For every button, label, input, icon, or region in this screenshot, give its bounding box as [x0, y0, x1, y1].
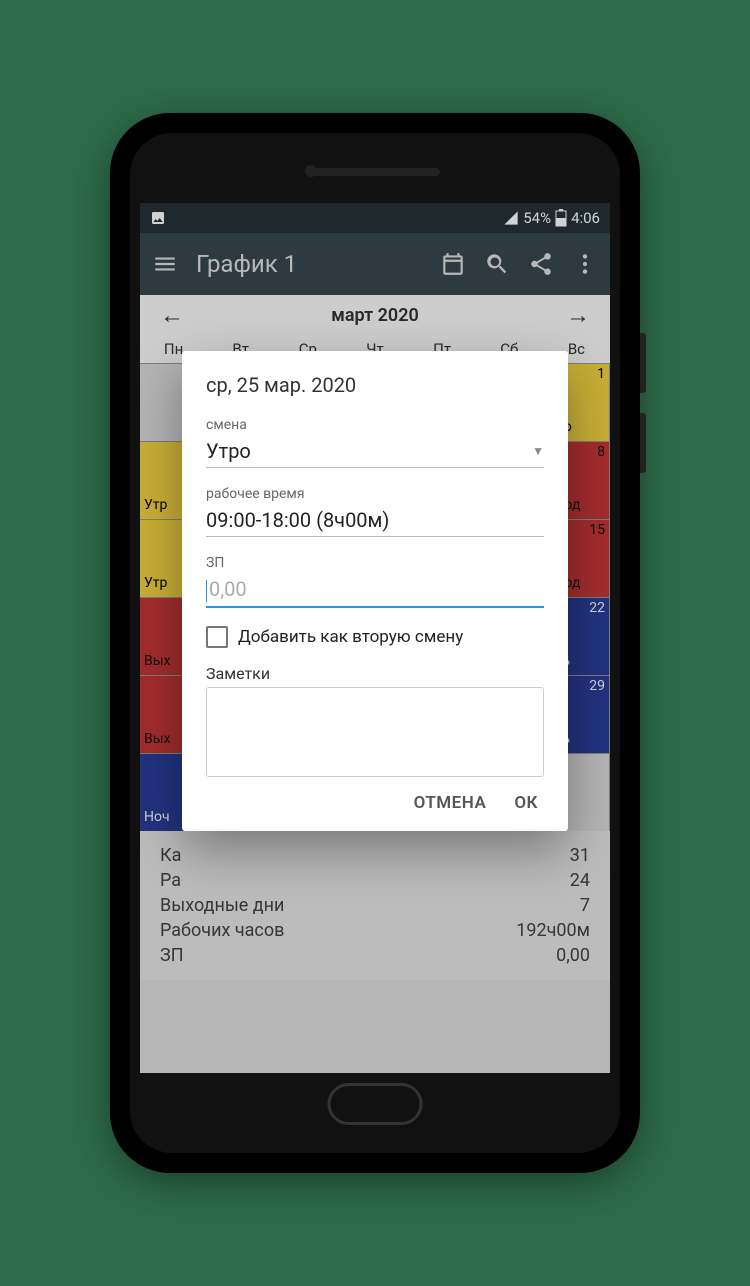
- shift-label: смена: [206, 417, 544, 433]
- worktime-field[interactable]: 09:00-18:00 (8ч00м): [206, 504, 544, 537]
- home-button[interactable]: [328, 1083, 423, 1125]
- zp-label: ЗП: [206, 555, 544, 571]
- screen: 54% 4:06 График 1 ← март 2020 →: [140, 203, 610, 1073]
- side-button: [640, 413, 646, 473]
- cancel-button[interactable]: ОТМЕНА: [414, 793, 487, 813]
- ok-button[interactable]: ОК: [514, 793, 538, 813]
- checkbox[interactable]: [206, 626, 228, 648]
- chevron-down-icon: ▼: [532, 444, 544, 458]
- notes-label: Заметки: [206, 664, 544, 683]
- phone-speaker: [310, 168, 440, 176]
- side-button: [640, 333, 646, 393]
- dialog-title: ср, 25 мар. 2020: [206, 373, 544, 397]
- add-second-shift-row[interactable]: Добавить как вторую смену: [206, 626, 544, 648]
- add-second-shift-label: Добавить как вторую смену: [238, 627, 463, 647]
- notes-textarea[interactable]: [206, 687, 544, 777]
- shift-select[interactable]: Утро ▼: [206, 435, 544, 468]
- zp-input[interactable]: 0,00: [206, 573, 544, 608]
- shift-dialog: ср, 25 мар. 2020 смена Утро ▼ рабочее вр…: [182, 351, 568, 831]
- phone-camera: [305, 165, 317, 177]
- phone-frame: 54% 4:06 График 1 ← март 2020 →: [110, 113, 640, 1173]
- worktime-label: рабочее время: [206, 486, 544, 502]
